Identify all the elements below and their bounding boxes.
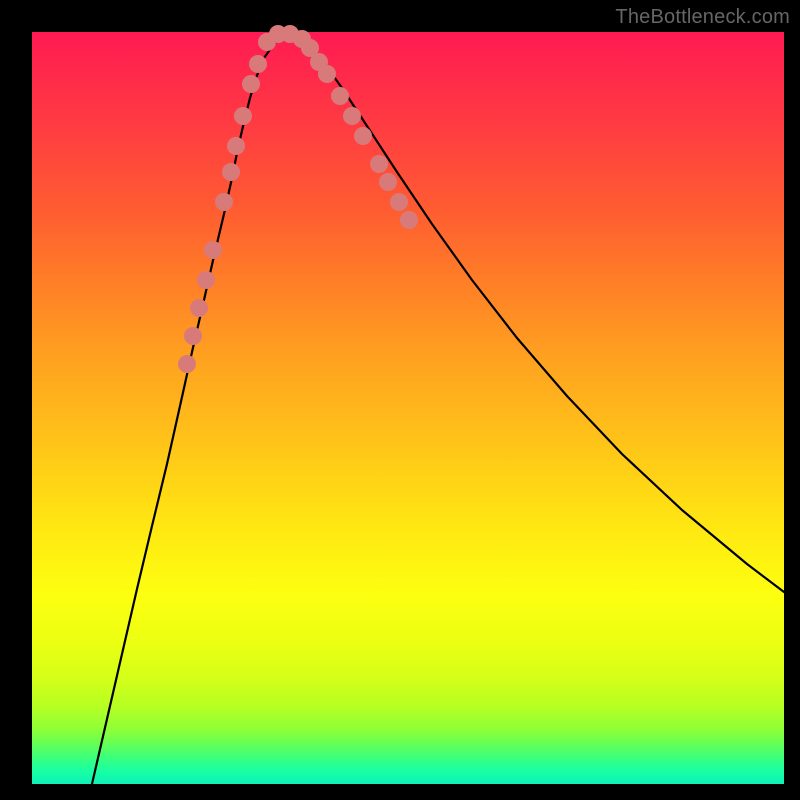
highlight-dot — [184, 327, 202, 345]
highlight-dot — [390, 193, 408, 211]
highlight-dot — [331, 87, 349, 105]
plot-area — [32, 32, 784, 784]
highlight-dot — [178, 355, 196, 373]
highlight-dot — [249, 55, 267, 73]
highlight-dot — [190, 299, 208, 317]
watermark-text: TheBottleneck.com — [615, 6, 790, 29]
highlight-dot — [354, 127, 372, 145]
bottleneck-curve — [92, 34, 784, 784]
highlight-dot — [234, 107, 252, 125]
highlight-dot — [343, 107, 361, 125]
highlight-dot — [197, 271, 215, 289]
highlight-dot — [204, 241, 222, 259]
highlight-dot — [222, 163, 240, 181]
highlight-dot — [318, 65, 336, 83]
highlight-dot — [242, 75, 260, 93]
chart-svg — [32, 32, 784, 784]
highlight-dot — [215, 193, 233, 211]
highlight-dot — [370, 155, 388, 173]
highlight-dot — [400, 211, 418, 229]
highlight-dot — [379, 173, 397, 191]
highlight-dots — [178, 25, 418, 373]
highlight-dot — [227, 137, 245, 155]
chart-stage: TheBottleneck.com — [0, 0, 800, 800]
